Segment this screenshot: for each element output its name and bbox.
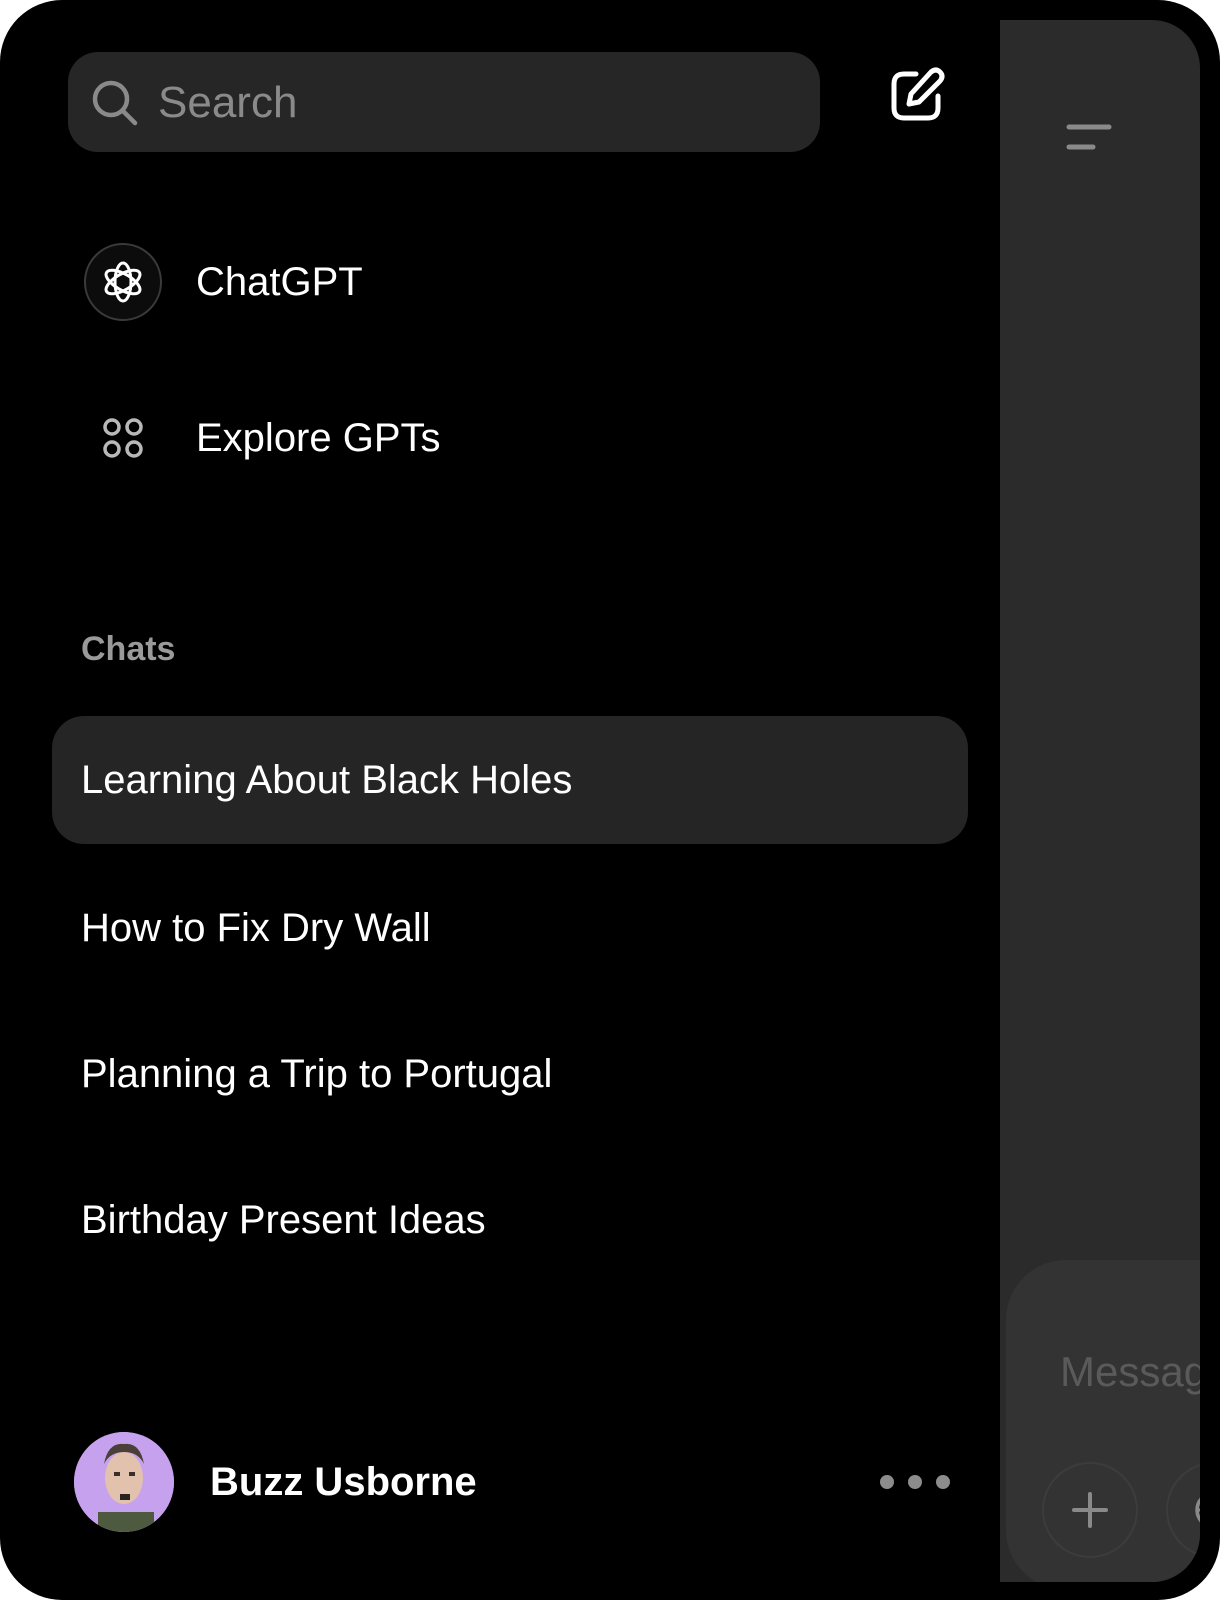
chat-item[interactable]: Planning a Trip to Portugal: [52, 1010, 968, 1138]
avatar-photo: [74, 1432, 174, 1532]
plus-icon: [1072, 1492, 1108, 1528]
globe-icon: [1195, 1497, 1200, 1523]
nav-label-chatgpt: ChatGPT: [196, 259, 363, 304]
nav-label-explore-gpts: Explore GPTs: [196, 415, 441, 460]
explore-icon-container: [84, 399, 162, 477]
profile-row[interactable]: Buzz Usborne: [74, 1432, 954, 1532]
chat-title: Learning About Black Holes: [81, 757, 573, 802]
search-bar[interactable]: [68, 52, 820, 154]
more-dots-icon: [936, 1475, 950, 1489]
message-input[interactable]: Message: [1060, 1348, 1200, 1396]
more-dots-icon: [908, 1475, 922, 1489]
more-dots-icon: [880, 1475, 894, 1489]
main-chat-panel: Message: [1000, 20, 1200, 1582]
profile-name: Buzz Usborne: [210, 1459, 477, 1504]
grid-dots-icon: [103, 418, 143, 458]
web-search-button[interactable]: [1166, 1462, 1200, 1558]
nav-item-chatgpt[interactable]: ChatGPT: [84, 242, 724, 322]
chat-item-active[interactable]: Learning About Black Holes: [52, 716, 968, 844]
chats-section-title: Chats: [81, 630, 176, 668]
chat-title: Planning a Trip to Portugal: [81, 1051, 553, 1096]
more-options-button[interactable]: [880, 1462, 950, 1502]
chatgpt-logo-icon: [84, 243, 162, 321]
attach-button[interactable]: [1042, 1462, 1138, 1558]
app-window: Message: [0, 0, 1220, 1600]
message-composer[interactable]: Message: [1006, 1260, 1200, 1582]
menu-icon: [1066, 124, 1112, 150]
nav-item-explore-gpts[interactable]: Explore GPTs: [84, 398, 724, 478]
new-chat-icon: [891, 67, 945, 121]
search-input[interactable]: [156, 52, 800, 154]
chat-title: Birthday Present Ideas: [81, 1197, 486, 1242]
search-icon: [92, 80, 138, 126]
avatar[interactable]: [74, 1432, 174, 1532]
chat-item[interactable]: How to Fix Dry Wall: [52, 864, 968, 992]
chatgpt-icon-container: [84, 243, 162, 321]
menu-button[interactable]: [1062, 102, 1118, 158]
chat-item[interactable]: Birthday Present Ideas: [52, 1156, 968, 1284]
chat-title: How to Fix Dry Wall: [81, 905, 431, 950]
new-chat-button[interactable]: [886, 66, 946, 126]
